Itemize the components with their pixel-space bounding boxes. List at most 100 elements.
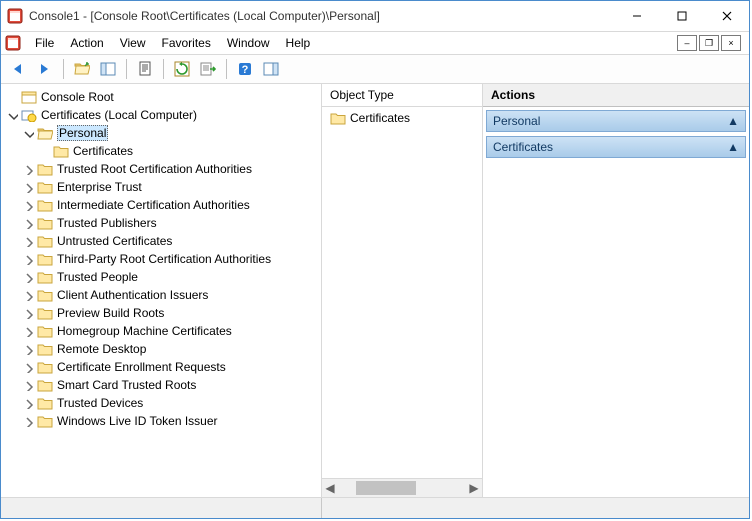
folder-icon [37, 306, 53, 320]
show-hide-action-pane-button[interactable] [259, 57, 283, 81]
chevron-right-icon[interactable] [21, 360, 35, 374]
show-hide-tree-button[interactable] [96, 57, 120, 81]
minimize-button[interactable] [614, 1, 659, 31]
tree-item-label: Trusted Root Certification Authorities [57, 162, 252, 176]
certificates-snapin-icon [21, 108, 37, 122]
chevron-right-icon[interactable] [21, 306, 35, 320]
tree-item-label: Trusted Publishers [57, 216, 157, 230]
chevron-down-icon[interactable] [21, 126, 35, 140]
menu-action[interactable]: Action [62, 34, 111, 52]
tree-folder-4[interactable]: Untrusted Certificates [3, 232, 319, 250]
chevron-right-icon[interactable] [21, 216, 35, 230]
properties-button[interactable] [133, 57, 157, 81]
tree-item-label: Personal [57, 125, 108, 141]
chevron-right-icon[interactable] [21, 234, 35, 248]
tree-folder-10[interactable]: Remote Desktop [3, 340, 319, 358]
tree-item-label: Preview Build Roots [57, 306, 164, 320]
tree-folder-11[interactable]: Certificate Enrollment Requests [3, 358, 319, 376]
tree-console-root[interactable]: Console Root [3, 88, 319, 106]
chevron-down-icon[interactable] [5, 108, 19, 122]
tree-cert-snapin[interactable]: Certificates (Local Computer) [3, 106, 319, 124]
close-button[interactable] [704, 1, 749, 31]
folder-open-icon [37, 126, 53, 140]
tree-folder-3[interactable]: Trusted Publishers [3, 214, 319, 232]
menu-favorites[interactable]: Favorites [154, 34, 219, 52]
tree-item-label: Windows Live ID Token Issuer [57, 414, 218, 428]
folder-icon [37, 378, 53, 392]
folder-icon [37, 396, 53, 410]
help-button[interactable]: ? [233, 57, 257, 81]
actions-pane: Actions Personal▲ Certificates▲ [483, 84, 749, 497]
tree-folder-1[interactable]: Enterprise Trust [3, 178, 319, 196]
chevron-right-icon[interactable] [21, 198, 35, 212]
list-pane: Object Type Certificates ◀ ▶ [322, 84, 483, 497]
folder-icon [37, 252, 53, 266]
tree-item-label: Third-Party Root Certification Authoriti… [57, 252, 271, 266]
menu-view[interactable]: View [112, 34, 154, 52]
console-root-icon [21, 90, 37, 104]
tree-item-label: Remote Desktop [57, 342, 146, 356]
folder-icon [37, 162, 53, 176]
maximize-button[interactable] [659, 1, 704, 31]
scroll-left-icon[interactable]: ◀ [322, 481, 338, 495]
forward-button[interactable] [33, 57, 57, 81]
tree-folder-7[interactable]: Client Authentication Issuers [3, 286, 319, 304]
folder-icon [37, 288, 53, 302]
chevron-right-icon[interactable] [21, 180, 35, 194]
tree-folder-12[interactable]: Smart Card Trusted Roots [3, 376, 319, 394]
tree-folder-14[interactable]: Windows Live ID Token Issuer [3, 412, 319, 430]
tree-folder-6[interactable]: Trusted People [3, 268, 319, 286]
menu-file[interactable]: File [27, 34, 62, 52]
mdi-restore-button[interactable]: ❐ [699, 35, 719, 51]
tree-folder-0[interactable]: Trusted Root Certification Authorities [3, 160, 319, 178]
scroll-right-icon[interactable]: ▶ [466, 481, 482, 495]
tree-folder-8[interactable]: Preview Build Roots [3, 304, 319, 322]
tree-folder-13[interactable]: Trusted Devices [3, 394, 319, 412]
chevron-right-icon[interactable] [21, 252, 35, 266]
tree-folder-9[interactable]: Homegroup Machine Certificates [3, 322, 319, 340]
folder-icon [37, 198, 53, 212]
tree-folder-5[interactable]: Third-Party Root Certification Authoriti… [3, 250, 319, 268]
tree-personal-certificates[interactable]: Certificates [3, 142, 319, 160]
tree-item-label: Client Authentication Issuers [57, 288, 208, 302]
back-button[interactable] [7, 57, 31, 81]
toolbar: ? [1, 55, 749, 84]
up-button[interactable] [70, 57, 94, 81]
chevron-right-icon[interactable] [21, 162, 35, 176]
statusbar [1, 497, 749, 518]
window-title: Console1 - [Console Root\Certificates (L… [29, 9, 614, 23]
horizontal-scrollbar[interactable]: ◀ ▶ [322, 478, 482, 497]
action-group-header[interactable]: Certificates▲ [486, 136, 746, 158]
chevron-right-icon[interactable] [21, 288, 35, 302]
menubar: File Action View Favorites Window Help ‒… [1, 32, 749, 55]
chevron-right-icon[interactable] [21, 342, 35, 356]
chevron-right-icon[interactable] [21, 270, 35, 284]
scroll-thumb[interactable] [356, 481, 416, 495]
list-item-label: Certificates [350, 111, 410, 125]
menu-help[interactable]: Help [278, 34, 319, 52]
list-item[interactable]: Certificates [326, 109, 478, 127]
mdi-close-button[interactable]: × [721, 35, 741, 51]
actions-header: Actions [483, 84, 749, 107]
tree-item-label: Certificate Enrollment Requests [57, 360, 226, 374]
tree-folder-2[interactable]: Intermediate Certification Authorities [3, 196, 319, 214]
chevron-right-icon[interactable] [21, 396, 35, 410]
tree-item-label: Homegroup Machine Certificates [57, 324, 232, 338]
mdi-minimize-button[interactable]: ‒ [677, 35, 697, 51]
menu-window[interactable]: Window [219, 34, 278, 52]
tree-item-label: Intermediate Certification Authorities [57, 198, 250, 212]
refresh-button[interactable] [170, 57, 194, 81]
folder-icon [37, 414, 53, 428]
chevron-right-icon[interactable] [21, 324, 35, 338]
list-column-header[interactable]: Object Type [322, 84, 482, 107]
action-group-header[interactable]: Personal▲ [486, 110, 746, 132]
tree-personal[interactable]: Personal [3, 124, 319, 142]
folder-icon [37, 234, 53, 248]
export-list-button[interactable] [196, 57, 220, 81]
folder-icon [37, 324, 53, 338]
twisty-none [5, 90, 19, 104]
folder-icon [37, 360, 53, 374]
chevron-right-icon[interactable] [21, 378, 35, 392]
chevron-right-icon[interactable] [21, 414, 35, 428]
tree-pane: Console RootCertificates (Local Computer… [1, 84, 322, 497]
